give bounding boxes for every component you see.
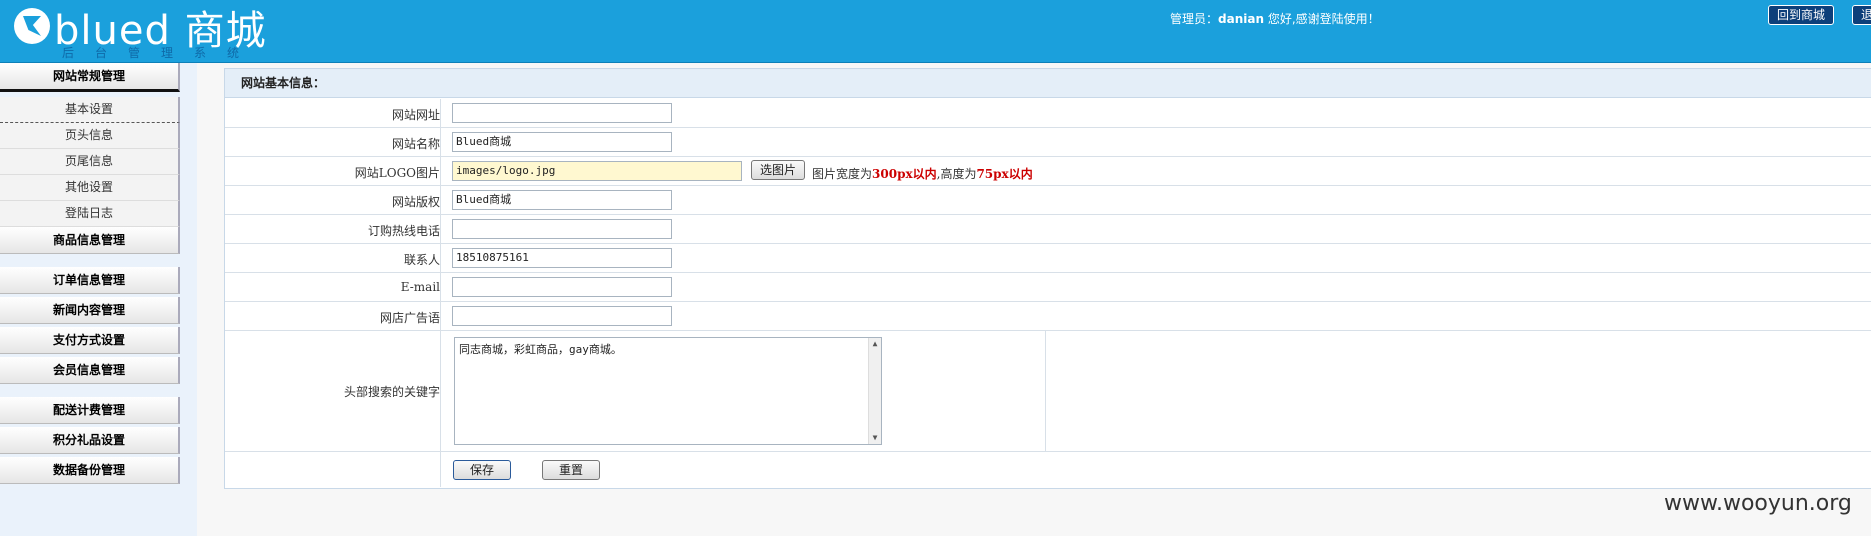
- scroll-down-icon[interactable]: ▼: [869, 432, 881, 444]
- field-label: 网站网址: [225, 99, 441, 127]
- admin-name: danian: [1218, 12, 1264, 26]
- sidebar-item-other-settings[interactable]: 其他设置: [0, 175, 180, 201]
- sidebar-item-footer-info[interactable]: 页尾信息: [0, 149, 180, 175]
- sidebar-category-news[interactable]: 新闻内容管理: [0, 297, 180, 324]
- field-label: 联系人: [225, 244, 441, 272]
- copyright-input[interactable]: Blued商城: [452, 190, 672, 210]
- bird-logo-icon: [14, 8, 50, 44]
- field-label: 订购热线电话: [225, 215, 441, 243]
- admin-prefix: 管理员：: [1170, 12, 1219, 26]
- form-row-copyright: 网站版权 Blued商城: [225, 186, 1871, 215]
- form-row-logo: 网站LOGO图片 images/logo.jpg 选图片 图片宽度为300px以…: [225, 157, 1871, 186]
- field-label: E-mail: [225, 273, 441, 301]
- site-name-input[interactable]: Blued商城: [452, 132, 672, 152]
- form-row-slogan: 网店广告语: [225, 302, 1871, 331]
- form-row-actions: 保存 重置: [225, 452, 1871, 487]
- sidebar-category-site[interactable]: 网站常规管理: [0, 63, 180, 92]
- logo-subtitle: 后台管理系统: [62, 46, 261, 60]
- form-row-keywords: 头部搜索的关键字 同志商城，彩虹商品，gay商城。 ▲ ▼: [225, 331, 1871, 452]
- sidebar-item-login-log[interactable]: 登陆日志: [0, 201, 180, 227]
- admin-suffix: 您好,感谢登陆使用！: [1264, 12, 1380, 26]
- hotline-input[interactable]: [452, 219, 672, 239]
- form-row-name: 网站名称 Blued商城: [225, 128, 1871, 157]
- back-to-store-button[interactable]: 回到商城: [1768, 5, 1835, 25]
- site-url-input[interactable]: [452, 103, 672, 123]
- field-label: 网站版权: [225, 186, 441, 214]
- sidebar-category-members[interactable]: 会员信息管理: [0, 357, 180, 384]
- form-row-email: E-mail: [225, 273, 1871, 302]
- sidebar-item-basic-settings[interactable]: 基本设置: [0, 97, 180, 123]
- sidebar-category-backup[interactable]: 数据备份管理: [0, 457, 180, 484]
- watermark: www.wooyun.org: [1664, 491, 1852, 516]
- textarea-scrollbar[interactable]: ▲ ▼: [868, 338, 881, 444]
- top-header: blued 商城 后台管理系统 管理员：danian 您好,感谢登陆使用！ 回到…: [0, 0, 1871, 63]
- column-divider: [1045, 331, 1046, 451]
- slogan-input[interactable]: [452, 306, 672, 326]
- logout-button[interactable]: 退出: [1852, 5, 1871, 25]
- search-keywords-textarea[interactable]: 同志商城，彩虹商品，gay商城。 ▲ ▼: [454, 337, 882, 445]
- save-button[interactable]: 保存: [453, 460, 511, 480]
- field-label: 网店广告语: [225, 302, 441, 330]
- contact-input[interactable]: 18510875161: [452, 248, 672, 268]
- sidebar-category-products[interactable]: 商品信息管理: [0, 227, 180, 254]
- form-row-contact: 联系人 18510875161: [225, 244, 1871, 273]
- sidebar-category-payment[interactable]: 支付方式设置: [0, 327, 180, 354]
- field-label: 网站名称: [225, 128, 441, 156]
- settings-panel: 网站基本信息： 网站网址 网站名称 Blued商城 网站LOGO图片 image…: [224, 68, 1871, 489]
- sidebar-item-header-info[interactable]: 页头信息: [0, 123, 180, 149]
- form-row-url: 网站网址: [225, 99, 1871, 128]
- form-row-hotline: 订购热线电话: [225, 215, 1871, 244]
- field-label: 网站LOGO图片: [225, 157, 441, 185]
- email-input[interactable]: [452, 277, 672, 297]
- field-label: 头部搜索的关键字: [225, 331, 441, 451]
- logo-path-input[interactable]: images/logo.jpg: [452, 161, 742, 181]
- sidebar-category-shipping[interactable]: 配送计费管理: [0, 397, 180, 424]
- sidebar: 网站常规管理 基本设置 页头信息 页尾信息 其他设置 登陆日志 商品信息管理 订…: [0, 63, 197, 536]
- sidebar-category-gifts[interactable]: 积分礼品设置: [0, 427, 180, 454]
- scroll-up-icon[interactable]: ▲: [869, 338, 881, 350]
- panel-title: 网站基本信息：: [225, 69, 1871, 98]
- logo-size-hint: 图片宽度为300px以内,高度为75px以内: [812, 167, 1033, 181]
- actions-label-cell: [225, 452, 441, 487]
- admin-greeting: 管理员：danian 您好,感谢登陆使用！: [1170, 10, 1380, 27]
- sidebar-category-orders[interactable]: 订单信息管理: [0, 267, 180, 294]
- choose-image-button[interactable]: 选图片: [751, 160, 806, 180]
- reset-button[interactable]: 重置: [542, 460, 600, 480]
- keywords-text: 同志商城，彩虹商品，gay商城。: [459, 343, 622, 356]
